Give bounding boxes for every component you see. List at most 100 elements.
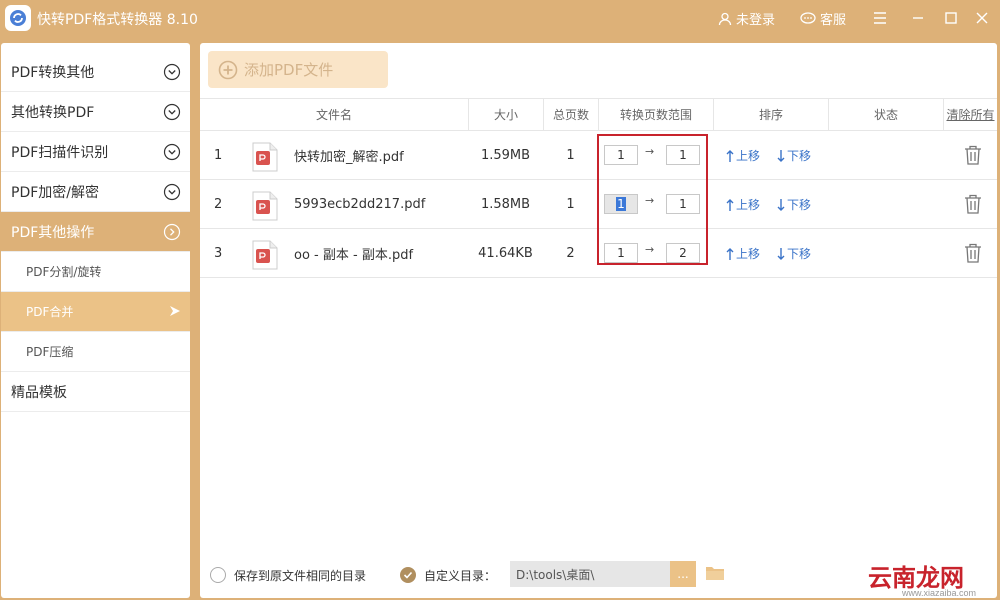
custom-dir-label: 自定义目录：: [424, 569, 497, 583]
minimize-icon: [913, 17, 923, 19]
range-highlight-box: [597, 134, 708, 265]
custom-dir-radio[interactable]: [400, 567, 416, 583]
column-size: 大小: [468, 99, 543, 130]
add-pdf-button[interactable]: 添加PDF文件: [208, 51, 388, 88]
same-dir-label: 保存到原文件相同的目录: [234, 569, 367, 583]
sidebar: PDF转换其他 其他转换PDF PDF扫描件识别 PDF加密/解密 PDF其他操…: [1, 43, 190, 598]
move-down-label: 下移: [787, 198, 812, 212]
browse-button[interactable]: ...: [670, 561, 696, 587]
main-panel: 添加PDF文件 文件名 大小 总页数 转换页数范围 排序 状态 清除所有 1 快…: [200, 43, 997, 598]
sidebar-subitem-split[interactable]: PDF分割/旋转: [1, 252, 190, 292]
move-up-button[interactable]: 上移: [726, 245, 760, 262]
add-circle-icon: [218, 60, 238, 79]
close-button[interactable]: [970, 6, 994, 30]
file-pages: 1: [566, 196, 575, 212]
file-name: 快转加密_解密.pdf: [294, 149, 404, 165]
login-button[interactable]: 未登录: [718, 9, 775, 28]
watermark-url: www.xiazaiba.com: [902, 588, 977, 598]
move-down-button[interactable]: 下移: [777, 196, 811, 213]
chevron-right-icon: [163, 223, 181, 241]
sidebar-item-other-to-pdf[interactable]: 其他转换PDF: [1, 92, 190, 132]
move-up-button[interactable]: 上移: [726, 196, 760, 213]
minimize-button[interactable]: [906, 6, 930, 30]
sidebar-item-label: 其他转换PDF: [11, 104, 95, 121]
sidebar-subitem-label: PDF合并: [26, 305, 74, 319]
clear-all-button[interactable]: 清除所有: [943, 99, 997, 130]
login-label: 未登录: [736, 13, 776, 28]
chevron-down-icon: [163, 183, 181, 201]
service-button[interactable]: 客服: [800, 9, 846, 28]
arrow-down-icon: [777, 198, 785, 211]
sidebar-item-label: PDF其他操作: [11, 224, 95, 241]
sidebar-item-label: PDF扫描件识别: [11, 144, 109, 161]
clear-all-label: 清除所有: [946, 108, 995, 122]
app-logo-icon: [5, 5, 31, 31]
column-pages: 总页数: [543, 99, 598, 130]
row-index: 3: [214, 245, 223, 261]
move-up-label: 上移: [736, 198, 761, 212]
file-size: 1.59MB: [480, 147, 531, 163]
arrow-down-icon: [777, 247, 785, 260]
move-down-label: 下移: [787, 247, 812, 261]
pdf-file-icon: [252, 191, 278, 221]
file-size: 41.64KB: [478, 245, 533, 261]
add-pdf-label: 添加PDF文件: [244, 61, 334, 79]
user-icon: [718, 12, 732, 25]
watermark: 云南龙网 www.xiazaiba.com: [862, 548, 1000, 600]
move-down-button[interactable]: 下移: [777, 147, 811, 164]
arrow-down-icon: [777, 149, 785, 162]
file-pages: 2: [566, 245, 575, 261]
trash-icon[interactable]: [964, 145, 982, 165]
play-arrow-icon: [170, 306, 180, 316]
chat-icon: [800, 11, 816, 24]
pdf-file-icon: [252, 142, 278, 172]
trash-icon[interactable]: [964, 194, 982, 214]
column-filename: 文件名: [315, 108, 352, 122]
menu-button[interactable]: [868, 6, 892, 30]
sidebar-item-pdf-to-other[interactable]: PDF转换其他: [1, 52, 190, 92]
sidebar-item-templates[interactable]: 精品模板: [1, 372, 190, 412]
arrow-up-icon: [726, 247, 734, 260]
pdf-file-icon: [252, 240, 278, 270]
sidebar-item-other-ops[interactable]: PDF其他操作: [1, 212, 190, 252]
sidebar-subitem-label: PDF分割/旋转: [26, 265, 102, 279]
chevron-down-icon: [163, 143, 181, 161]
move-up-button[interactable]: 上移: [726, 147, 760, 164]
check-icon: [403, 571, 413, 579]
arrow-up-icon: [726, 198, 734, 211]
row-index: 2: [214, 196, 223, 212]
sidebar-item-label: PDF加密/解密: [11, 184, 99, 201]
sidebar-subitem-compress[interactable]: PDF压缩: [1, 332, 190, 372]
chevron-down-icon: [163, 103, 181, 121]
file-pages: 1: [566, 147, 575, 163]
maximize-button[interactable]: [939, 6, 963, 30]
folder-icon[interactable]: [705, 565, 725, 581]
close-icon: [976, 12, 988, 24]
output-dir-input[interactable]: D:\tools\桌面\: [510, 561, 670, 587]
file-name: oo - 副本 - 副本.pdf: [294, 247, 414, 263]
sidebar-item-label: 精品模板: [11, 384, 67, 401]
app-title: 快转PDF格式转换器 8.10: [37, 12, 198, 28]
move-up-label: 上移: [736, 149, 761, 163]
file-name: 5993ecb2dd217.pdf: [294, 196, 426, 212]
sidebar-item-encrypt[interactable]: PDF加密/解密: [1, 172, 190, 212]
arrow-up-icon: [726, 149, 734, 162]
row-index: 1: [214, 147, 223, 163]
same-dir-radio[interactable]: [210, 567, 226, 583]
column-status: 状态: [828, 99, 943, 130]
trash-icon[interactable]: [964, 243, 982, 263]
sidebar-subitem-merge[interactable]: PDF合并: [1, 292, 190, 332]
move-up-label: 上移: [736, 247, 761, 261]
menu-icon: [874, 12, 886, 24]
move-down-button[interactable]: 下移: [777, 245, 811, 262]
column-range: 转换页数范围: [598, 99, 713, 130]
title-bar: 快转PDF格式转换器 8.10 未登录 客服: [0, 0, 1000, 36]
sidebar-item-label: PDF转换其他: [11, 64, 95, 81]
maximize-icon: [945, 12, 957, 24]
sidebar-item-ocr[interactable]: PDF扫描件识别: [1, 132, 190, 172]
service-label: 客服: [820, 13, 847, 28]
column-order: 排序: [713, 99, 828, 130]
file-size: 1.58MB: [480, 196, 531, 212]
sidebar-subitem-label: PDF压缩: [26, 345, 74, 359]
table-header: 文件名 大小 总页数 转换页数范围 排序 状态 清除所有: [200, 98, 997, 131]
